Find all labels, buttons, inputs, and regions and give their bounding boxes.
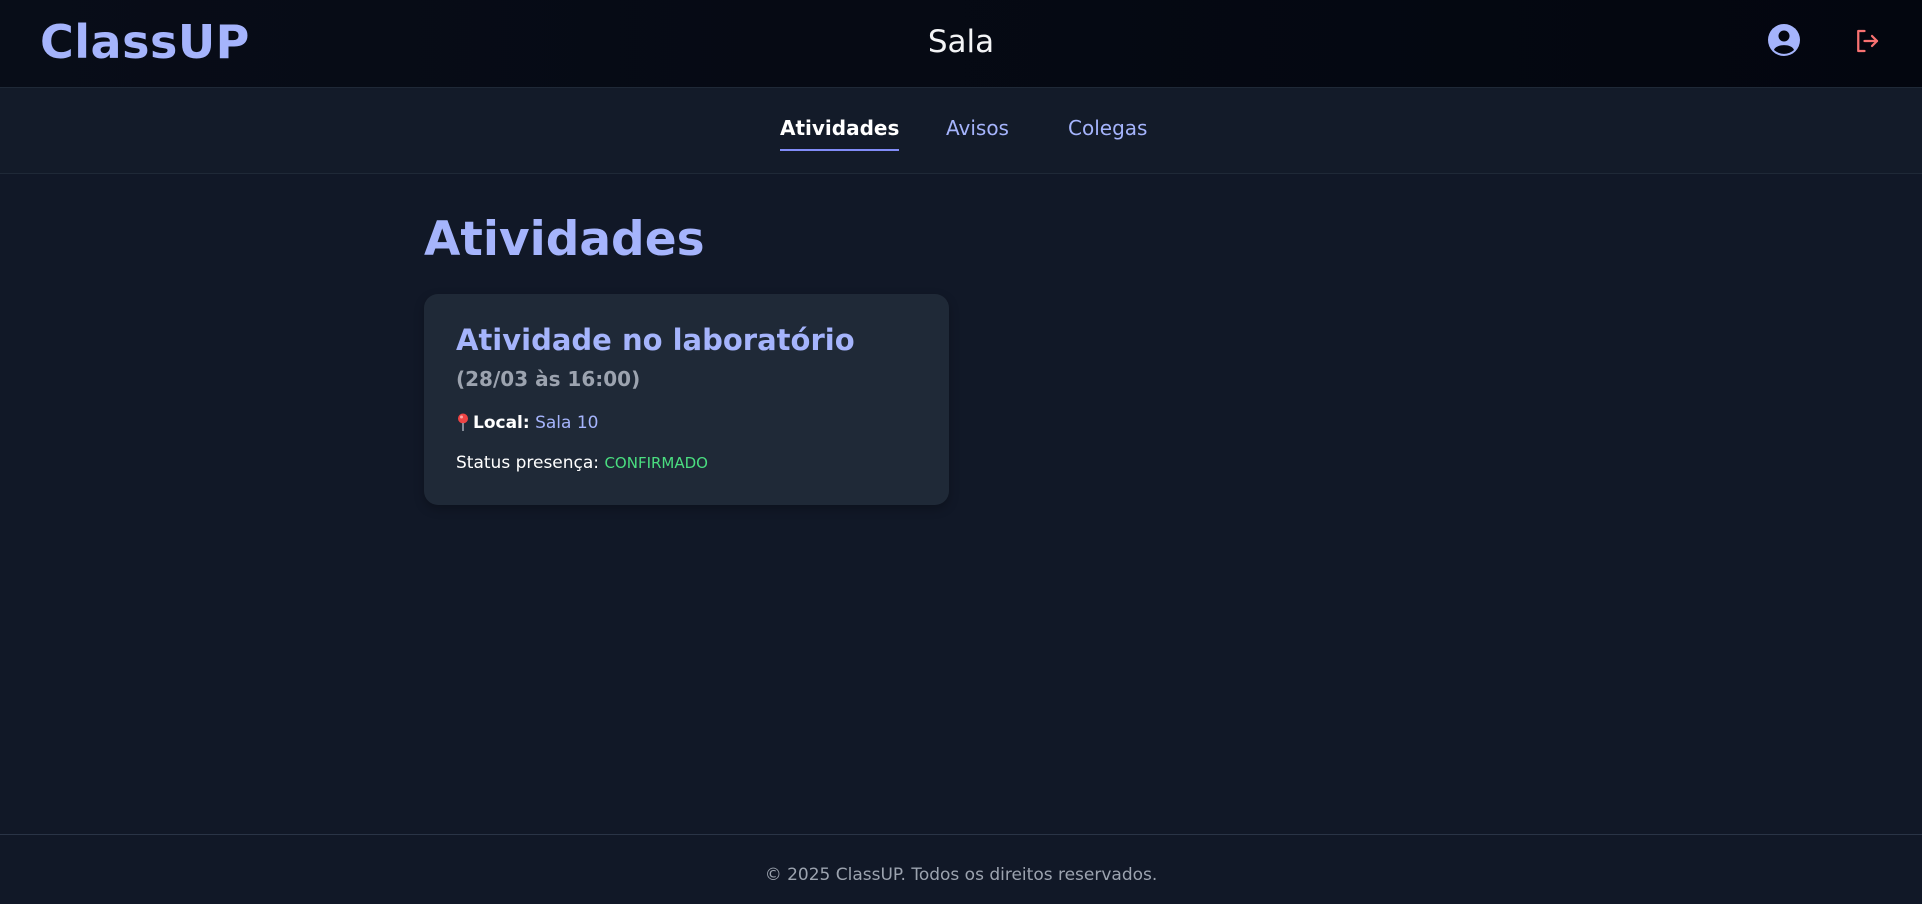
footer: © 2025 ClassUP. Todos os direitos reserv… xyxy=(0,834,1922,904)
profile-button[interactable] xyxy=(1767,23,1801,57)
page-title: Sala xyxy=(927,24,995,60)
activity-local-row: Local: Sala 10 xyxy=(456,411,917,435)
section-title: Atividades xyxy=(424,212,705,267)
top-navbar: ClassUP Sala xyxy=(0,0,1922,88)
map-pin-icon xyxy=(458,413,468,431)
local-label: Local: xyxy=(473,413,530,433)
tab-colegas[interactable]: Colegas xyxy=(1068,114,1147,149)
activity-card[interactable]: Atividade no laboratório (28/03 às 16:00… xyxy=(424,294,949,505)
local-value: Sala 10 xyxy=(535,413,599,433)
tab-avisos[interactable]: Avisos xyxy=(946,114,1009,149)
activity-status-row: Status presença: CONFIRMADO xyxy=(456,451,917,475)
logout-button[interactable] xyxy=(1852,26,1882,56)
activity-heading: Atividade no laboratório (28/03 às 16:00… xyxy=(456,322,917,397)
tab-atividades[interactable]: Atividades xyxy=(780,114,900,151)
page: ClassUP Sala Atividades Avisos Colegas A… xyxy=(0,0,1922,904)
activity-title: Atividade no laboratório xyxy=(456,323,855,357)
status-label: Status presença: xyxy=(456,453,600,473)
activity-datetime: (28/03 às 16:00) xyxy=(456,367,641,391)
logout-icon xyxy=(1857,29,1879,53)
copyright-text: © 2025 ClassUP. Todos os direitos reserv… xyxy=(764,865,1158,885)
tab-bar: Atividades Avisos Colegas xyxy=(0,88,1922,174)
status-badge: CONFIRMADO xyxy=(604,454,708,472)
user-circle-icon xyxy=(1768,24,1800,56)
